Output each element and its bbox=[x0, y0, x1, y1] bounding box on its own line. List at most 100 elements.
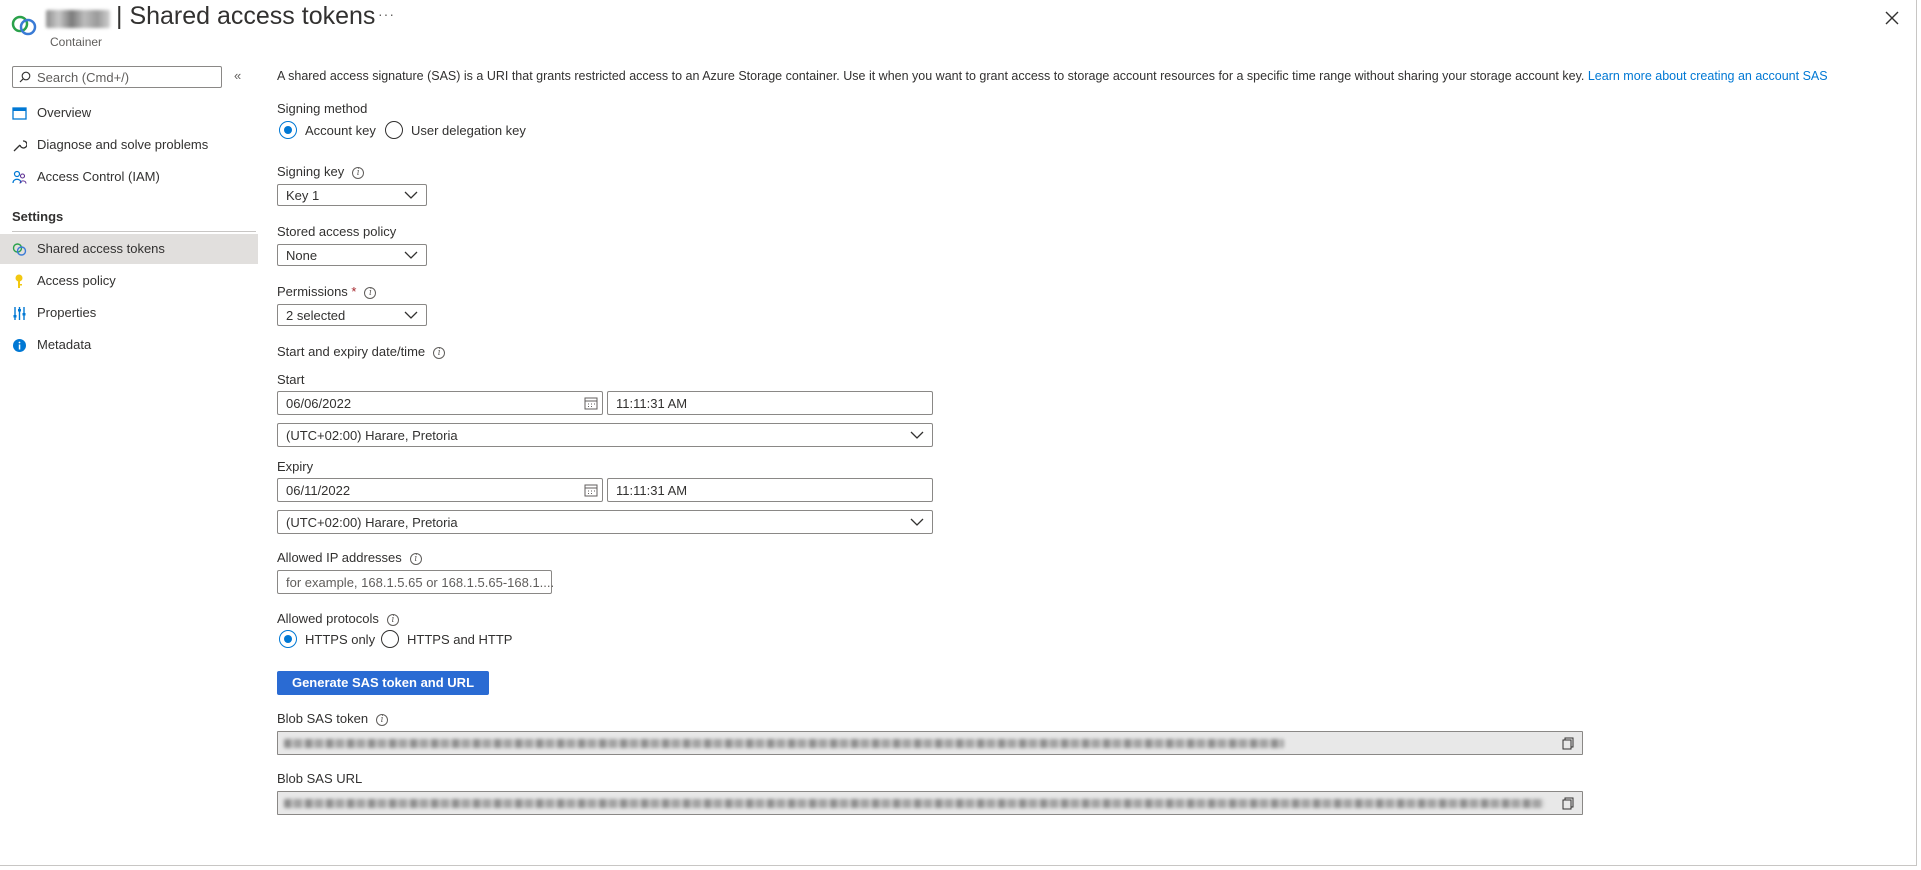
sidebar-item-label: Access policy bbox=[37, 273, 116, 288]
info-icon[interactable]: i bbox=[409, 553, 422, 565]
radio-selected-indicator bbox=[279, 121, 297, 139]
dropdown-value: Key 1 bbox=[286, 188, 320, 203]
resource-name-redacted bbox=[46, 10, 110, 28]
start-date-input[interactable]: 06/06/2022 bbox=[277, 391, 603, 415]
sliders-icon bbox=[13, 307, 26, 320]
overview-icon bbox=[12, 107, 27, 120]
signing-key-text: Signing key bbox=[277, 164, 345, 179]
signing-key-dropdown[interactable]: Key 1 bbox=[277, 184, 427, 206]
calendar-icon[interactable] bbox=[584, 396, 598, 410]
radio-https-and-http[interactable]: HTTPS and HTTP bbox=[381, 630, 512, 648]
blob-sas-url-field[interactable] bbox=[277, 791, 1583, 815]
settings-divider bbox=[12, 231, 256, 232]
search-icon bbox=[19, 71, 31, 83]
dropdown-value: 2 selected bbox=[286, 308, 346, 323]
radio-label: HTTPS only bbox=[305, 631, 376, 647]
blob-sas-token-field[interactable] bbox=[277, 731, 1583, 755]
chevron-down-icon bbox=[910, 518, 924, 526]
radio-indicator bbox=[381, 630, 399, 648]
permissions-dropdown[interactable]: 2 selected bbox=[277, 304, 427, 326]
link-icon bbox=[12, 243, 27, 256]
sidebar-item-label: Overview bbox=[37, 105, 92, 120]
sidebar-item-diagnose[interactable]: Diagnose and solve problems bbox=[0, 130, 258, 160]
radio-https-only[interactable]: HTTPS only bbox=[279, 630, 375, 648]
copy-icon[interactable] bbox=[1562, 797, 1574, 810]
start-timezone-dropdown[interactable]: (UTC+02:00) Harare, Pretoria bbox=[277, 423, 933, 447]
collapse-sidebar-button[interactable]: « bbox=[234, 68, 241, 83]
chevron-down-icon bbox=[404, 251, 418, 259]
blob-sas-url-label: Blob SAS URL bbox=[277, 771, 363, 786]
radio-user-delegation-key[interactable]: User delegation key bbox=[385, 121, 526, 139]
info-icon[interactable]: i bbox=[433, 347, 446, 359]
sidebar-item-iam[interactable]: Access Control (IAM) bbox=[0, 162, 258, 192]
expiry-label: Expiry bbox=[277, 459, 314, 474]
permissions-text: Permissions bbox=[277, 284, 348, 299]
sas-blade: | Shared access tokens Container ··· Sea… bbox=[0, 0, 1917, 866]
sidebar-item-overview[interactable]: Overview bbox=[0, 98, 258, 128]
blob-sas-token-label: Blob SAS token i bbox=[277, 711, 389, 726]
radio-indicator bbox=[385, 121, 403, 139]
generate-sas-button[interactable]: Generate SAS token and URL bbox=[277, 671, 489, 695]
search-placeholder: Search (Cmd+/) bbox=[37, 70, 130, 85]
learn-more-link[interactable]: Learn more about creating an account SAS bbox=[1588, 69, 1828, 83]
required-indicator: * bbox=[351, 284, 357, 299]
wrench-icon bbox=[13, 140, 27, 152]
main-content: A shared access signature (SAS) is a URI… bbox=[277, 0, 1907, 866]
chevron-down-icon bbox=[404, 191, 418, 199]
start-label: Start bbox=[277, 372, 305, 387]
settings-section-header: Settings bbox=[12, 209, 64, 224]
sidebar-item-label: Properties bbox=[37, 305, 97, 320]
sidebar-item-label: Access Control (IAM) bbox=[37, 169, 160, 184]
input-value: 11:11:31 AM bbox=[616, 396, 688, 411]
allowed-protocols-text: Allowed protocols bbox=[277, 611, 379, 626]
dropdown-value: (UTC+02:00) Harare, Pretoria bbox=[286, 428, 458, 443]
expiry-time-input[interactable]: 11:11:31 AM bbox=[607, 478, 933, 502]
intro-description: A shared access signature (SAS) is a URI… bbox=[277, 69, 1585, 83]
sidebar-item-shared-access-tokens[interactable]: Shared access tokens bbox=[0, 234, 258, 264]
blob-sas-token-text: Blob SAS token bbox=[277, 711, 369, 726]
sidebar-item-access-policy[interactable]: Access policy bbox=[0, 266, 258, 296]
radio-selected-indicator bbox=[279, 630, 297, 648]
input-value: 06/11/2022 bbox=[286, 483, 351, 498]
signing-method-label: Signing method bbox=[277, 101, 368, 116]
radio-label: HTTPS and HTTP bbox=[407, 631, 513, 647]
calendar-icon[interactable] bbox=[584, 483, 598, 497]
start-time-input[interactable]: 11:11:31 AM bbox=[607, 391, 933, 415]
allowed-ip-text: Allowed IP addresses bbox=[277, 550, 402, 565]
stored-access-policy-dropdown[interactable]: None bbox=[277, 244, 427, 266]
sidebar-item-label: Metadata bbox=[37, 337, 92, 352]
sidebar-item-label: Diagnose and solve problems bbox=[37, 137, 209, 152]
dropdown-value: None bbox=[286, 248, 318, 263]
expiry-date-input[interactable]: 06/11/2022 bbox=[277, 478, 603, 502]
info-icon[interactable]: i bbox=[376, 714, 389, 726]
people-icon bbox=[12, 170, 27, 184]
redacted-url bbox=[284, 799, 1544, 808]
key-icon bbox=[15, 274, 23, 288]
start-expiry-text: Start and expiry date/time bbox=[277, 344, 426, 359]
allowed-ip-label: Allowed IP addresses i bbox=[277, 550, 422, 565]
search-input[interactable]: Search (Cmd+/) bbox=[12, 66, 222, 88]
copy-icon[interactable] bbox=[1562, 737, 1574, 750]
container-link-icon bbox=[11, 15, 37, 36]
chevron-down-icon bbox=[404, 311, 418, 319]
sidebar-item-metadata[interactable]: Metadata bbox=[0, 330, 258, 360]
allowed-ip-input[interactable]: for example, 168.1.5.65 or 168.1.5.65-16… bbox=[277, 570, 555, 594]
resource-type: Container bbox=[50, 35, 103, 49]
input-value: 11:11:31 AM bbox=[616, 483, 688, 498]
info-icon bbox=[13, 339, 26, 352]
dropdown-value: (UTC+02:00) Harare, Pretoria bbox=[286, 515, 458, 530]
input-placeholder: for example, 168.1.5.65 or 168.1.5.65-16… bbox=[286, 575, 555, 590]
info-icon[interactable]: i bbox=[352, 167, 365, 179]
radio-label: Account key bbox=[305, 122, 376, 138]
sidebar-item-label: Shared access tokens bbox=[37, 241, 165, 256]
signing-key-label: Signing key i bbox=[277, 164, 365, 179]
allowed-protocols-label: Allowed protocols i bbox=[277, 611, 399, 626]
info-icon[interactable]: i bbox=[364, 287, 377, 299]
stored-access-policy-label: Stored access policy bbox=[277, 224, 397, 239]
info-icon[interactable]: i bbox=[386, 614, 399, 626]
start-expiry-label: Start and expiry date/time i bbox=[277, 344, 446, 359]
sidebar-item-properties[interactable]: Properties bbox=[0, 298, 258, 328]
radio-account-key[interactable]: Account key bbox=[279, 121, 376, 139]
permissions-label: Permissions * i bbox=[277, 284, 377, 299]
expiry-timezone-dropdown[interactable]: (UTC+02:00) Harare, Pretoria bbox=[277, 510, 933, 534]
